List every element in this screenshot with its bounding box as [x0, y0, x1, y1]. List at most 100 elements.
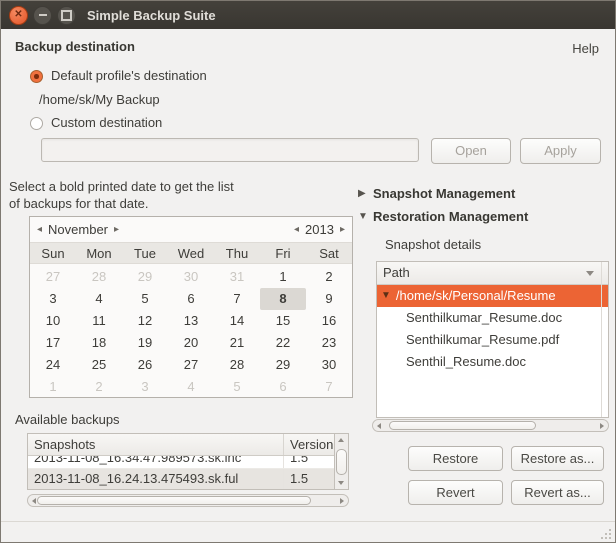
horizontal-scroll-thumb[interactable]: [389, 421, 536, 430]
scroll-left-icon[interactable]: [377, 423, 381, 429]
apply-button[interactable]: Apply: [520, 138, 601, 164]
calendar-day[interactable]: 21: [214, 332, 260, 354]
maximize-button[interactable]: [57, 6, 76, 25]
custom-destination-input[interactable]: [41, 138, 419, 162]
calendar-day[interactable]: 6: [168, 288, 214, 310]
backup-row-selected[interactable]: 2013-11-08_16.24.13.475493.sk.ful 1.5: [28, 469, 334, 489]
calendar-day[interactable]: 27: [30, 266, 76, 288]
resize-grip[interactable]: [599, 527, 611, 539]
scroll-down-icon[interactable]: [338, 481, 344, 485]
revert-button[interactable]: Revert: [408, 480, 503, 505]
calendar-day[interactable]: 27: [168, 354, 214, 376]
calendar-day[interactable]: 13: [168, 310, 214, 332]
calendar-day[interactable]: 2: [76, 376, 122, 398]
calendar-day[interactable]: 23: [306, 332, 352, 354]
calendar-day[interactable]: 31: [214, 266, 260, 288]
tree-root-row[interactable]: ▼ /home/sk/Personal/Resume: [377, 285, 608, 307]
calendar-day[interactable]: 3: [122, 376, 168, 398]
snapshots-column-header[interactable]: Snapshots: [28, 434, 284, 455]
calendar-day[interactable]: 28: [214, 354, 260, 376]
restore-as-button[interactable]: Restore as...: [511, 446, 604, 471]
next-year-icon[interactable]: ▸: [340, 224, 345, 235]
calendar-day[interactable]: 9: [306, 288, 352, 310]
calendar-day[interactable]: 1: [30, 376, 76, 398]
default-destination-label: Default profile's destination: [51, 68, 207, 83]
calendar-day[interactable]: 28: [76, 266, 122, 288]
backup-row-clipped[interactable]: 2013-11-08_16.34.47.989573.sk.inc 1.5: [28, 456, 334, 469]
close-button[interactable]: ✕: [9, 6, 28, 25]
calendar-day[interactable]: 17: [30, 332, 76, 354]
custom-destination-radio[interactable]: [30, 117, 43, 130]
calendar-day[interactable]: 11: [76, 310, 122, 332]
month-label: November: [48, 222, 108, 237]
tree-child-label: Senthilkumar_Resume.pdf: [406, 329, 559, 351]
calendar-day[interactable]: 15: [260, 310, 306, 332]
app-window: ✕ Simple Backup Suite Backup destination…: [0, 0, 616, 543]
snapshot-details-tree: Path ▼ /home/sk/Personal/Resume Senthilk…: [376, 261, 609, 418]
calendar-hint-line1: Select a bold printed date to get the li…: [9, 178, 234, 195]
calendar-day[interactable]: 5: [214, 376, 260, 398]
tree-horizontal-scrollbar[interactable]: [372, 419, 609, 432]
backups-table-header[interactable]: Snapshots Version: [28, 434, 334, 456]
calendar-day[interactable]: 14: [214, 310, 260, 332]
tree-root-expander-icon[interactable]: ▼: [381, 285, 391, 307]
path-column-header[interactable]: Path: [383, 262, 586, 284]
calendar-day[interactable]: 2: [306, 266, 352, 288]
scroll-right-icon[interactable]: [340, 498, 344, 504]
version-column-header[interactable]: Version: [284, 434, 334, 455]
prev-year-icon[interactable]: ◂: [294, 224, 299, 235]
calendar-day[interactable]: 26: [122, 354, 168, 376]
tree-column-header[interactable]: Path: [377, 262, 608, 285]
calendar-day[interactable]: 4: [168, 376, 214, 398]
open-button[interactable]: Open: [431, 138, 511, 164]
calendar-day[interactable]: 19: [122, 332, 168, 354]
calendar-day[interactable]: 20: [168, 332, 214, 354]
restoration-management-expander-icon[interactable]: ▼: [358, 211, 368, 222]
restore-button[interactable]: Restore: [408, 446, 503, 471]
calendar-day[interactable]: 10: [30, 310, 76, 332]
titlebar[interactable]: ✕ Simple Backup Suite: [1, 1, 615, 29]
snapshot-management-header[interactable]: Snapshot Management: [373, 186, 515, 201]
calendar-day[interactable]: 12: [122, 310, 168, 332]
calendar-day[interactable]: 3: [30, 288, 76, 310]
calendar-day[interactable]: 24: [30, 354, 76, 376]
calendar-hint: Select a bold printed date to get the li…: [9, 178, 234, 212]
default-destination-radio[interactable]: [30, 70, 43, 83]
tree-child-row[interactable]: Senthilkumar_Resume.doc: [377, 307, 608, 329]
horizontal-scroll-thumb[interactable]: [37, 496, 311, 505]
calendar-day[interactable]: 1: [260, 266, 306, 288]
calendar-day[interactable]: 30: [168, 266, 214, 288]
calendar-day[interactable]: 22: [260, 332, 306, 354]
calendar-day[interactable]: 4: [76, 288, 122, 310]
calendar-day[interactable]: 29: [260, 354, 306, 376]
vertical-scroll-thumb[interactable]: [336, 449, 347, 475]
calendar-day[interactable]: 6: [260, 376, 306, 398]
prev-month-icon[interactable]: ◂: [37, 224, 42, 235]
calendar-day[interactable]: 16: [306, 310, 352, 332]
calendar-day[interactable]: 25: [76, 354, 122, 376]
calendar-day[interactable]: 18: [76, 332, 122, 354]
backups-horizontal-scrollbar[interactable]: [27, 494, 349, 507]
calendar-day[interactable]: 8: [260, 288, 306, 310]
backups-vertical-scrollbar[interactable]: [334, 434, 348, 489]
tree-column-separator: [601, 262, 602, 417]
calendar-day[interactable]: 30: [306, 354, 352, 376]
tree-child-row[interactable]: Senthilkumar_Resume.pdf: [377, 329, 608, 351]
minimize-button[interactable]: [33, 6, 52, 25]
restoration-management-header[interactable]: Restoration Management: [373, 209, 528, 224]
help-link[interactable]: Help: [572, 41, 599, 56]
revert-as-button[interactable]: Revert as...: [511, 480, 604, 505]
scroll-up-icon[interactable]: [338, 438, 344, 442]
scroll-left-icon[interactable]: [32, 498, 36, 504]
calendar-hint-line2: of backups for that date.: [9, 195, 234, 212]
calendar-day[interactable]: 7: [214, 288, 260, 310]
calendar-day[interactable]: 7: [306, 376, 352, 398]
status-bar: [1, 521, 615, 542]
tree-child-row[interactable]: Senthil_Resume.doc: [377, 351, 608, 373]
snapshot-management-expander-icon[interactable]: ▶: [358, 188, 366, 199]
calendar-day[interactable]: 29: [122, 266, 168, 288]
scroll-right-icon[interactable]: [600, 423, 604, 429]
backup-version-cell: 1.5: [284, 456, 334, 468]
calendar-day[interactable]: 5: [122, 288, 168, 310]
next-month-icon[interactable]: ▸: [114, 224, 119, 235]
